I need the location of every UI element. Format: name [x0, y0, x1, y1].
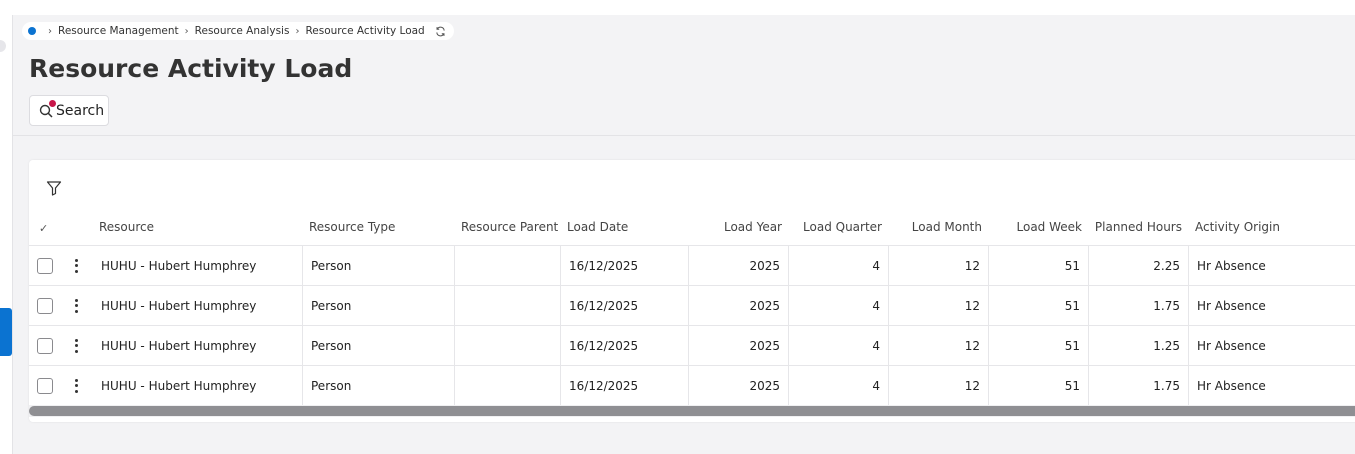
column-header-load-quarter[interactable]: Load Quarter	[789, 220, 882, 234]
cell-planned-hours: 1.75	[1153, 379, 1180, 393]
rail-toggle[interactable]	[0, 40, 6, 52]
column-header-planned-hours[interactable]: Planned Hours	[1089, 220, 1182, 234]
home-dot-icon[interactable]	[28, 27, 36, 35]
row-checkbox[interactable]	[37, 378, 53, 394]
cell-resource: HUHU - Hubert Humphrey	[101, 339, 257, 353]
cell-load-week: 51	[1064, 299, 1080, 313]
search-icon	[39, 99, 56, 118]
kebab-menu-icon[interactable]	[73, 298, 79, 314]
cell-load-quarter: 4	[872, 259, 880, 273]
breadcrumb-item-resource-activity-load: Resource Activity Load	[305, 25, 425, 37]
cell-load-date: 16/12/2025	[569, 259, 639, 273]
chevron-right-icon: ›	[48, 25, 52, 37]
breadcrumb-item-resource-management[interactable]: Resource Management	[58, 25, 179, 37]
cell-activity-origin: Hr Absence	[1197, 339, 1266, 353]
cell-activity-origin: Hr Absence	[1197, 299, 1266, 313]
column-header-resource-parent[interactable]: Resource Parent	[461, 220, 558, 234]
kebab-menu-icon[interactable]	[73, 338, 79, 354]
table-row[interactable]: HUHU - Hubert Humphrey Person 16/12/2025…	[29, 245, 1355, 286]
cell-planned-hours: 2.25	[1153, 259, 1180, 273]
rail-active-tab[interactable]	[0, 308, 12, 356]
cell-resource: HUHU - Hubert Humphrey	[101, 259, 257, 273]
cell-activity-origin: Hr Absence	[1197, 259, 1266, 273]
scrollbar-thumb[interactable]	[29, 406, 1355, 416]
refresh-icon[interactable]	[435, 26, 446, 37]
cell-planned-hours: 1.75	[1153, 299, 1180, 313]
page-title: Resource Activity Load	[29, 54, 353, 83]
cell-load-year: 2025	[749, 379, 780, 393]
cell-resource-type: Person	[311, 339, 352, 353]
left-rail	[0, 15, 13, 454]
cell-load-year: 2025	[749, 339, 780, 353]
cell-load-quarter: 4	[872, 299, 880, 313]
cell-planned-hours: 1.25	[1153, 339, 1180, 353]
cell-load-date: 16/12/2025	[569, 299, 639, 313]
results-table: ✓ Resource Resource Type Resource Parent…	[29, 160, 1355, 422]
cell-resource-type: Person	[311, 259, 352, 273]
cell-load-week: 51	[1064, 379, 1080, 393]
cell-load-month: 12	[964, 339, 980, 353]
cell-load-month: 12	[964, 259, 980, 273]
cell-resource: HUHU - Hubert Humphrey	[101, 379, 257, 393]
cell-resource-type: Person	[311, 299, 352, 313]
cell-resource: HUHU - Hubert Humphrey	[101, 299, 257, 313]
horizontal-scrollbar[interactable]	[29, 405, 1355, 417]
cell-load-year: 2025	[749, 299, 780, 313]
column-header-activity-origin[interactable]: Activity Origin	[1195, 220, 1280, 234]
notification-dot	[49, 99, 56, 107]
search-button[interactable]: Search	[29, 95, 109, 126]
chevron-right-icon: ›	[295, 25, 300, 37]
kebab-menu-icon[interactable]	[73, 258, 79, 274]
cell-load-quarter: 4	[872, 339, 880, 353]
kebab-menu-icon[interactable]	[73, 378, 79, 394]
top-bar	[0, 0, 1355, 15]
cell-load-date: 16/12/2025	[569, 339, 639, 353]
column-header-load-date[interactable]: Load Date	[567, 220, 628, 234]
column-header-load-week[interactable]: Load Week	[989, 220, 1082, 234]
cell-load-week: 51	[1064, 259, 1080, 273]
row-checkbox[interactable]	[37, 258, 53, 274]
cell-resource-type: Person	[311, 379, 352, 393]
column-header-resource-type[interactable]: Resource Type	[309, 220, 395, 234]
column-header-load-year[interactable]: Load Year	[689, 220, 782, 234]
cell-load-month: 12	[964, 379, 980, 393]
search-button-label: Search	[56, 102, 105, 119]
row-checkbox[interactable]	[37, 298, 53, 314]
cell-activity-origin: Hr Absence	[1197, 379, 1266, 393]
select-all-check[interactable]: ✓	[39, 222, 48, 235]
chevron-right-icon: ›	[184, 25, 189, 37]
table-row[interactable]: HUHU - Hubert Humphrey Person 16/12/2025…	[29, 365, 1355, 406]
column-header-load-month[interactable]: Load Month	[889, 220, 982, 234]
cell-load-week: 51	[1064, 339, 1080, 353]
row-checkbox[interactable]	[37, 338, 53, 354]
cell-load-quarter: 4	[872, 379, 880, 393]
breadcrumb: › Resource Management › Resource Analysi…	[22, 22, 454, 40]
cell-load-year: 2025	[749, 259, 780, 273]
column-header-resource[interactable]: Resource	[99, 220, 154, 234]
cell-load-date: 16/12/2025	[569, 379, 639, 393]
cell-load-month: 12	[964, 299, 980, 313]
breadcrumb-item-resource-analysis[interactable]: Resource Analysis	[195, 25, 290, 37]
divider	[13, 135, 1355, 136]
table-row[interactable]: HUHU - Hubert Humphrey Person 16/12/2025…	[29, 285, 1355, 326]
filter-icon[interactable]	[46, 180, 62, 196]
table-row[interactable]: HUHU - Hubert Humphrey Person 16/12/2025…	[29, 325, 1355, 366]
